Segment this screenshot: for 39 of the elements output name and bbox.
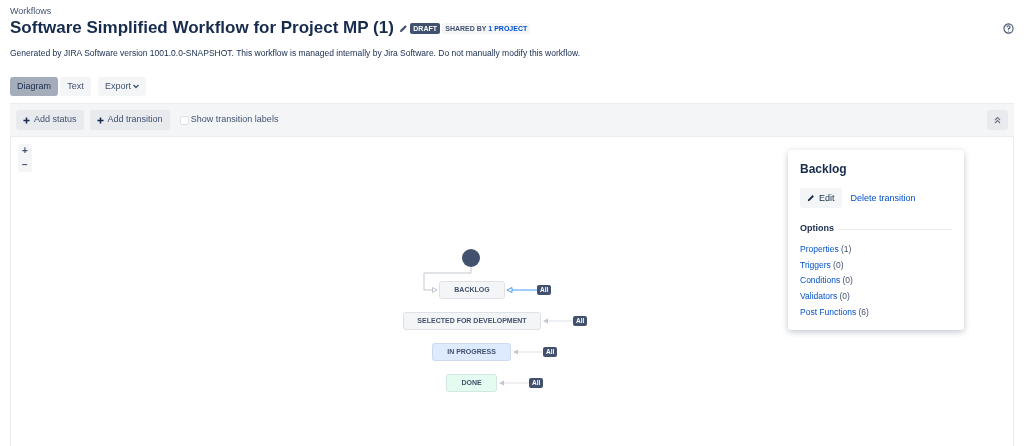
plus-icon [96, 116, 104, 124]
option-count: (6) [858, 305, 869, 319]
transition-arrow[interactable] [506, 287, 537, 293]
transition-arrow[interactable] [499, 380, 529, 386]
zoom-button[interactable]: − [18, 158, 32, 172]
transition-arrow[interactable] [543, 318, 573, 324]
option-link[interactable]: Triggers [800, 257, 831, 274]
start-node [462, 249, 480, 267]
option-count: (0) [839, 290, 850, 303]
view-tab[interactable]: Text [60, 77, 91, 96]
pencil-icon [807, 194, 815, 203]
view-tab[interactable]: Diagram [10, 77, 58, 96]
toolbar-button[interactable]: Add transition [89, 110, 170, 130]
plus-icon [23, 116, 30, 124]
checkbox-label: Show transition labels [190, 113, 279, 127]
zoom-button[interactable]: + [18, 144, 32, 158]
panel-title: Backlog [800, 162, 848, 177]
breadcrumb-link[interactable]: Workflows [10, 6, 1014, 17]
page-title: Software Simplified Workflow for Project MP (1) [10, 17, 394, 39]
option-count: (0) [842, 274, 853, 288]
export-button[interactable]: Export [98, 77, 147, 96]
pencil-icon[interactable] [399, 23, 409, 33]
double-chevron-up-icon [994, 116, 1001, 124]
help-icon[interactable] [1003, 22, 1014, 34]
edit-button[interactable]: Edit [800, 188, 842, 209]
option-link[interactable]: Conditions [800, 273, 841, 289]
description-text: Generated by JIRA Software version 1001.0.0-SNAPSHOT. This workflow is managed internally by Jira Software. Do not manually modify this workflow. [10, 48, 582, 59]
toolbar-button[interactable]: Add status [16, 110, 84, 130]
transition-arrow[interactable] [513, 349, 543, 355]
collapse-button[interactable] [987, 110, 1008, 130]
option-link[interactable]: Post Functions [800, 304, 857, 321]
option-count: (0) [833, 258, 844, 272]
option-count: (1) [841, 242, 852, 256]
delete-transition-link[interactable]: Delete transition [850, 191, 916, 206]
chevron-down-icon [133, 84, 140, 89]
option-link[interactable]: Properties [800, 241, 839, 258]
options-heading: Options [800, 222, 834, 236]
option-link[interactable]: Validators [800, 289, 838, 305]
checkbox[interactable] [179, 115, 189, 125]
